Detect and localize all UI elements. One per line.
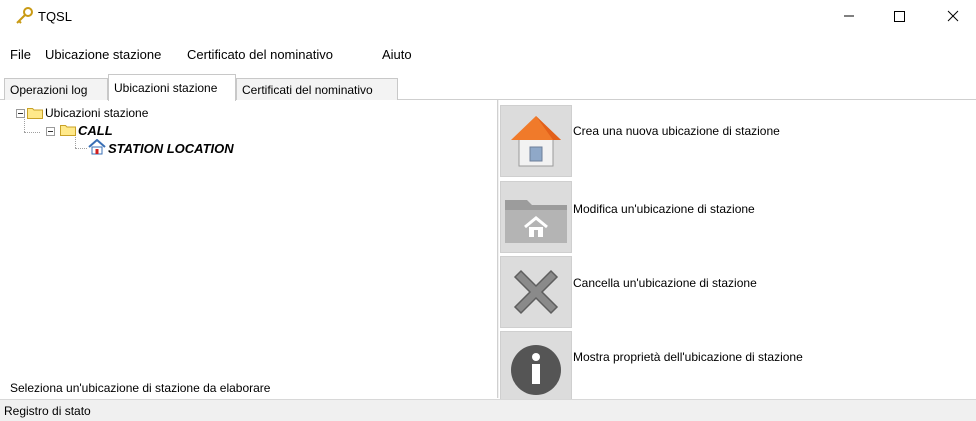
hint-text: Seleziona un'ubicazione di stazione da e… xyxy=(10,381,271,395)
minimize-button[interactable] xyxy=(826,0,872,32)
menu-bar: File Ubicazione stazione Certificato del… xyxy=(0,44,976,66)
key-icon xyxy=(16,7,33,24)
new-location-button[interactable] xyxy=(500,105,572,181)
tree-collapse-toggle[interactable] xyxy=(46,127,55,136)
tab-strip: Operazioni log Ubicazioni stazione Certi… xyxy=(0,74,976,101)
edit-location-label: Modifica un'ubicazione di stazione xyxy=(573,202,755,216)
new-location-label: Crea una nuova ubicazione di stazione xyxy=(573,124,780,138)
menu-certificato-nominativo[interactable]: Certificato del nominativo xyxy=(187,47,333,62)
location-properties-button[interactable] xyxy=(500,331,572,407)
location-properties-label: Mostra proprietà dell'ubicazione di staz… xyxy=(573,350,803,364)
tree-collapse-toggle[interactable] xyxy=(16,109,25,118)
button-frame xyxy=(500,256,572,328)
close-icon xyxy=(947,10,959,22)
tree-connector xyxy=(24,132,40,133)
menu-file[interactable]: File xyxy=(10,47,31,62)
status-bar: Registro di stato xyxy=(0,399,976,421)
tree-item-station-location[interactable]: STATION LOCATION xyxy=(108,141,234,156)
tree-item-ubicazioni-stazione[interactable]: Ubicazioni stazione xyxy=(45,106,148,120)
menu-ubicazione-stazione[interactable]: Ubicazione stazione xyxy=(45,47,161,62)
tab-ubicazioni-stazione[interactable]: Ubicazioni stazione xyxy=(108,74,236,101)
tree-item-callsign[interactable]: CALL xyxy=(78,123,113,138)
location-tree-panel: Ubicazioni stazione CALL STATION LOCATIO… xyxy=(4,100,498,398)
info-icon xyxy=(511,345,561,395)
button-frame xyxy=(500,105,572,177)
folder-house-icon xyxy=(505,200,567,243)
maximize-button[interactable] xyxy=(876,0,922,32)
tab-operazioni-log[interactable]: Operazioni log xyxy=(4,78,108,100)
close-button[interactable] xyxy=(926,0,972,32)
delete-location-button[interactable] xyxy=(500,256,572,332)
maximize-icon xyxy=(894,11,905,22)
minimize-icon xyxy=(844,15,854,17)
edit-location-button[interactable] xyxy=(500,181,572,257)
delete-location-label: Cancella un'ubicazione di stazione xyxy=(573,276,757,290)
new-house-icon xyxy=(511,116,561,167)
station-location-tree[interactable]: Ubicazioni stazione CALL STATION LOCATIO… xyxy=(4,100,498,180)
status-log-label: Registro di stato xyxy=(4,404,91,418)
button-frame xyxy=(500,181,572,253)
button-frame xyxy=(500,331,572,403)
menu-aiuto[interactable]: Aiuto xyxy=(382,47,412,62)
folder-icon xyxy=(27,108,43,119)
actions-panel: Crea una nuova ubicazione di stazione Mo… xyxy=(500,100,976,403)
tab-certificati-nominativo[interactable]: Certificati del nominativo xyxy=(236,78,398,100)
panel-splitter[interactable] xyxy=(497,100,499,398)
house-icon xyxy=(88,139,106,155)
title-bar: TQSL xyxy=(0,0,976,32)
folder-icon xyxy=(60,125,76,136)
delete-x-icon xyxy=(513,269,559,315)
window-title: TQSL xyxy=(38,9,72,24)
tree-connector xyxy=(75,148,87,149)
